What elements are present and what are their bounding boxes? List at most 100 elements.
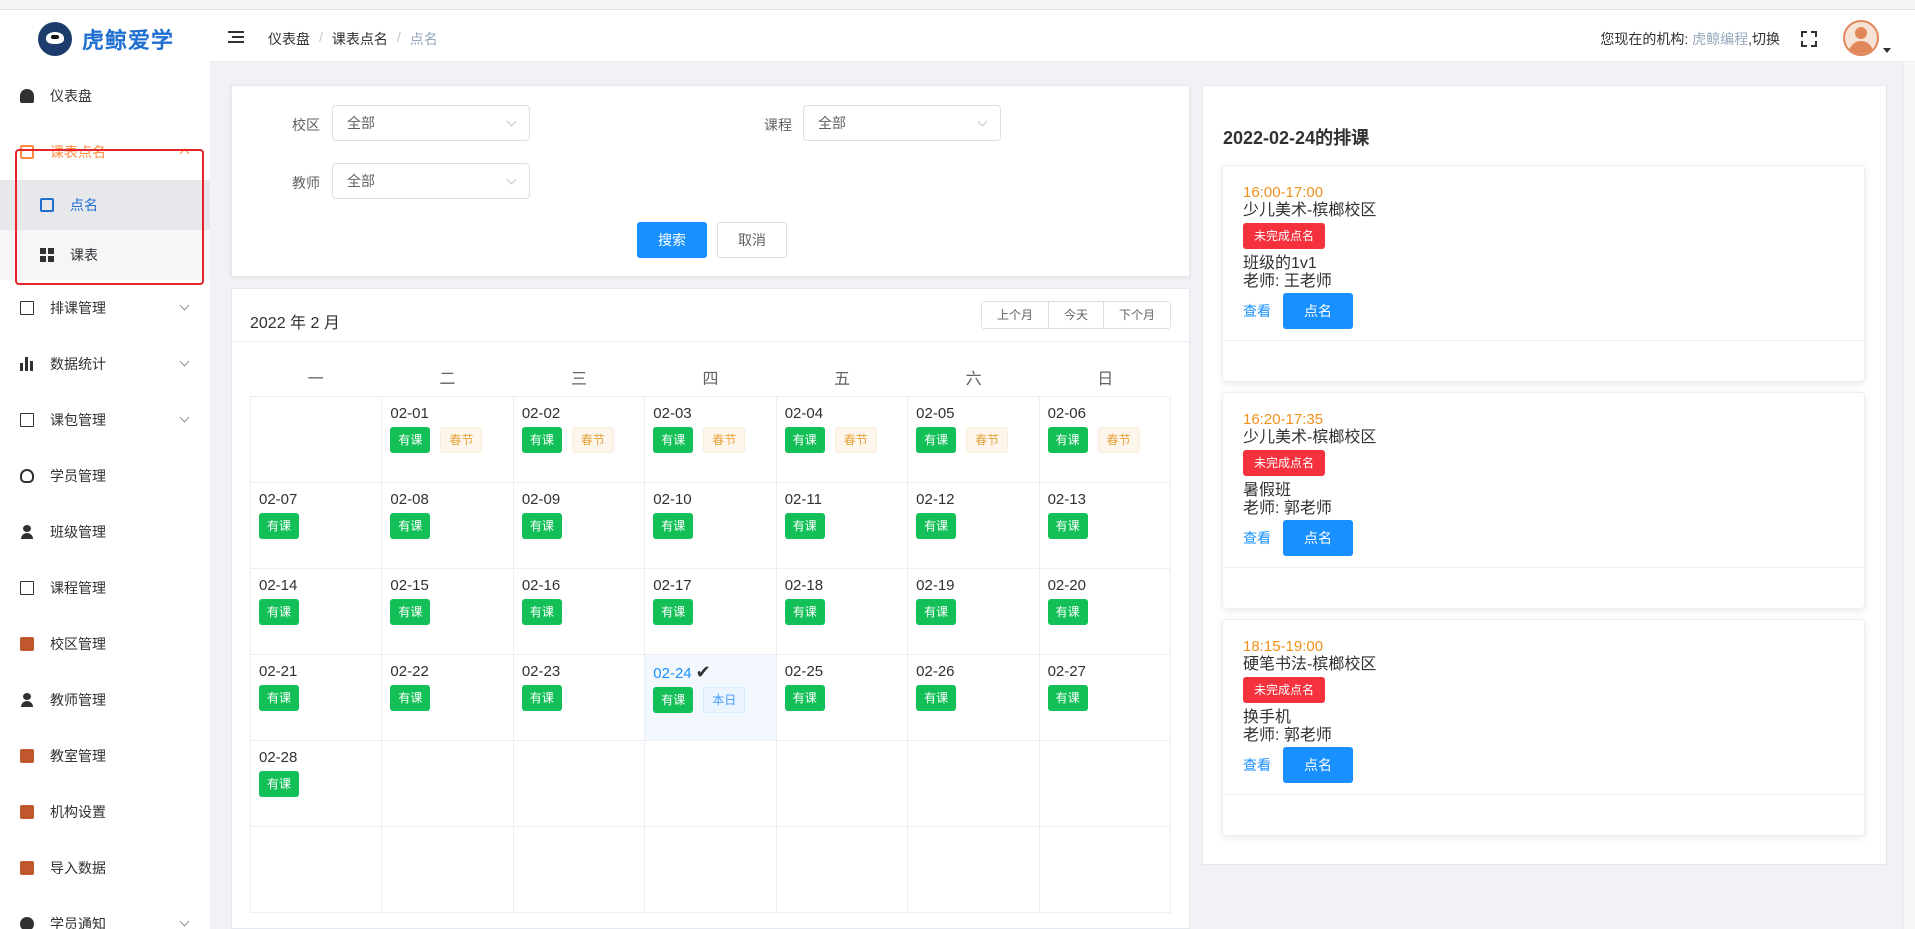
calendar-day-cell[interactable]: 02-03 有课 春节 [645,397,777,483]
calendar-day-cell[interactable]: 02-22 有课 [382,655,514,741]
status-badge: 未完成点名 [1243,223,1326,249]
calendar-day-cell[interactable]: 02-15 有课 [382,569,514,655]
calendar-day-cell[interactable]: 02-10 有课 [645,483,777,569]
calendar-day-cell[interactable]: 02-20 有课 [1039,569,1171,655]
calendar-day-cell[interactable]: 02-25 有课 [776,655,909,741]
calendar-day-cell[interactable]: 02-18 有课 [776,569,909,655]
calendar-date: 02-27 [1048,663,1162,681]
calendar-date: 02-19 [916,577,1030,595]
calendar-day-cell[interactable]: 02-02 有课 春节 [513,397,646,483]
calendar-empty-cell [251,397,383,483]
campus-select[interactable]: 全部 [332,105,530,141]
calendar-day-cell[interactable]: 02-26 有课 [908,655,1040,741]
fullscreen-icon[interactable] [1801,31,1817,47]
prev-month-button[interactable]: 上个月 [980,301,1049,329]
calendar-date: 02-04 [785,405,899,423]
calendar-day-cell[interactable]: 02-24 ✔ 有课 本日 [645,655,777,741]
menu-toggle-icon[interactable] [228,31,244,43]
cancel-button[interactable]: 取消 [717,222,787,258]
sidebar-item-notifications[interactable]: 学员通知 [0,896,210,929]
calendar-date: 02-09 [522,491,636,509]
course-select[interactable]: 全部 [803,105,1001,141]
breadcrumb-schedule-rollcall[interactable]: 课表点名 [332,29,388,49]
calendar-day-cell[interactable]: 02-01 有课 春节 [382,397,514,483]
view-link[interactable]: 查看 [1243,301,1271,321]
sidebar-item-teachers[interactable]: 教师管理 [0,672,210,728]
today-button[interactable]: 今天 [1047,301,1104,329]
sidebar-item-campuses[interactable]: 校区管理 [0,616,210,672]
calendar-day-cell[interactable]: 02-08 有课 [382,483,514,569]
logo[interactable]: 虎鲸爱学 [0,10,210,68]
breadcrumb-dashboard[interactable]: 仪表盘 [268,29,310,49]
view-link[interactable]: 查看 [1243,755,1271,775]
calendar-empty-cell [645,741,777,827]
calendar-day-cell[interactable]: 02-14 有课 [251,569,383,655]
calendar-day-cell[interactable]: 02-28 有课 [251,741,383,827]
student-icon [20,469,34,483]
status-badge: 未完成点名 [1243,677,1326,703]
calendar-day-cell[interactable]: 02-23 有课 [513,655,646,741]
calendar-day-cell[interactable]: 02-09 有课 [513,483,646,569]
weekday-label: 二 [439,371,456,388]
date-text: 02-06 [1047,405,1086,422]
calendar-day-cell[interactable]: 02-12 有课 [908,483,1040,569]
search-button[interactable]: 搜索 [637,222,707,258]
calendar-day-cell[interactable]: 02-27 有课 [1039,655,1171,741]
chevron-down-icon [179,412,190,423]
sidebar-item-timetable[interactable]: 课表 [0,230,210,280]
callroll-button[interactable]: 点名 [1283,293,1353,329]
document-icon [20,413,34,427]
callroll-button[interactable]: 点名 [1283,747,1353,783]
calendar-empty-cell [645,827,777,913]
sidebar-item-scheduling[interactable]: 排课管理 [0,280,210,336]
calendar-grid: 02-01 有课 春节 02-02 有课 春节 02-03 有课 春节 02-04 有课 春节 02-0… [250,396,1171,913]
sidebar-item-classrooms[interactable]: 教室管理 [0,728,210,784]
campus-label: 校区 [292,117,320,133]
callroll-button[interactable]: 点名 [1283,520,1353,556]
calendar-day-cell[interactable]: 02-04 有课 春节 [776,397,909,483]
calendar-day-cell[interactable]: 02-07 有课 [251,483,383,569]
sidebar-item-schedule-rollcall[interactable]: 课表点名 [0,124,210,180]
has-class-tag: 有课 [521,599,562,625]
submenu-schedule-rollcall: 点名 课表 [0,180,210,280]
caret-down-icon[interactable] [1883,48,1891,53]
school-icon [20,637,34,651]
sidebar-item-classes[interactable]: 班级管理 [0,504,210,560]
sidebar-item-rollcall[interactable]: 点名 [0,180,210,230]
calendar-day-cell[interactable]: 02-16 有课 [513,569,646,655]
calendar-day-cell[interactable]: 02-06 有课 春节 [1039,397,1171,483]
calendar-day-cell[interactable]: 02-19 有课 [908,569,1040,655]
calendar-day-cell[interactable]: 02-05 有课 春节 [908,397,1040,483]
schedule-course: 硬笔书法-槟榔校区 [1243,656,1377,673]
calendar-date: 02-03 [653,405,767,423]
calendar-day-cell[interactable]: 02-13 有课 [1039,483,1171,569]
sidebar-item-packages[interactable]: 课包管理 [0,392,210,448]
calendar-date: 02-01 [390,405,504,423]
teacher-select[interactable]: 全部 [332,163,530,199]
sidebar-item-org-settings[interactable]: 机构设置 [0,784,210,840]
sidebar-item-dashboard[interactable]: 仪表盘 [0,68,210,124]
schedule-title: 2022-02-24的排课 [1223,128,1370,148]
holiday-tag: 春节 [834,427,877,453]
view-link[interactable]: 查看 [1243,528,1271,548]
campus-select-value: 全部 [347,115,375,131]
sidebar-item-students[interactable]: 学员管理 [0,448,210,504]
schedule-class: 暑假班 [1243,482,1292,499]
sidebar-item-import[interactable]: 导入数据 [0,840,210,896]
calendar-day-cell[interactable]: 02-21 有课 [251,655,383,741]
sidebar-item-label: 仪表盘 [50,88,92,104]
next-month-button[interactable]: 下个月 [1102,301,1171,329]
holiday-tag: 春节 [1097,427,1140,453]
scrollbar[interactable] [1903,62,1915,929]
calendar-day-cell[interactable]: 02-17 有课 [645,569,777,655]
sidebar-item-statistics[interactable]: 数据统计 [0,336,210,392]
weekday-label: 五 [834,371,851,388]
avatar[interactable] [1843,20,1879,56]
calendar-empty-cell [382,827,514,913]
calendar-day-cell[interactable]: 02-11 有课 [776,483,909,569]
org-switch-link[interactable]: ,切换 [1748,31,1780,47]
sidebar-item-courses[interactable]: 课程管理 [0,560,210,616]
has-class-tag: 有课 [521,513,562,539]
bar-chart-icon [20,357,34,371]
has-class-tag: 有课 [653,687,694,713]
